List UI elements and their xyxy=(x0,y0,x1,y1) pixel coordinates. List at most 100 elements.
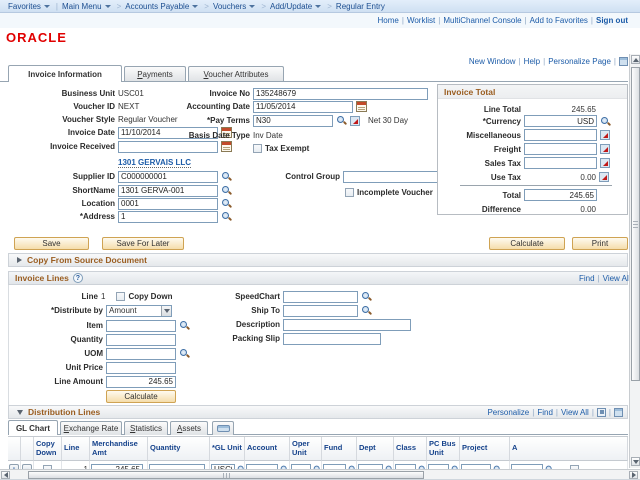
tab-assets[interactable]: Assets xyxy=(170,421,208,435)
breadcrumb-sep: > xyxy=(113,2,126,11)
ship-to-input[interactable] xyxy=(283,305,358,317)
description-label: Description xyxy=(180,320,280,329)
breadcrumb-vouchers[interactable]: Vouchers xyxy=(213,2,246,11)
unit-price-input[interactable] xyxy=(106,362,176,374)
currency-input[interactable] xyxy=(524,115,597,127)
tab-exchange-rate[interactable]: Exchange Rate xyxy=(60,421,122,435)
sales-tax-label: Sales Tax xyxy=(448,159,521,168)
scroll-right-button[interactable] xyxy=(629,471,638,479)
tab-statistics[interactable]: Statistics xyxy=(124,421,168,435)
favorites-menu[interactable]: Favorites xyxy=(8,2,41,11)
chevron-down-icon xyxy=(44,5,50,8)
breadcrumb-accounts-payable[interactable]: Accounts Payable xyxy=(125,2,189,11)
vertical-scroll-thumb[interactable] xyxy=(631,67,640,381)
speedchart-input[interactable] xyxy=(283,291,358,303)
view-all-link[interactable]: View All xyxy=(603,274,629,283)
breadcrumb-add-update[interactable]: Add/Update xyxy=(270,2,312,11)
tab-voucher-attributes[interactable]: Voucher Attributes xyxy=(188,66,284,81)
transfer-icon[interactable] xyxy=(600,158,610,168)
address-input[interactable] xyxy=(118,211,218,223)
incomplete-voucher-checkbox[interactable] xyxy=(345,188,354,197)
sign-out-link[interactable]: Sign out xyxy=(596,16,628,25)
worklist-link[interactable]: Worklist xyxy=(407,16,435,25)
multichannel-console-link[interactable]: MultiChannel Console xyxy=(443,16,521,25)
help-link[interactable]: Help xyxy=(524,57,540,66)
lookup-icon[interactable] xyxy=(221,211,232,222)
calendar-icon[interactable] xyxy=(356,101,367,112)
collapse-icon[interactable] xyxy=(17,410,23,415)
home-link[interactable]: Home xyxy=(378,16,399,25)
tab-invoice-information[interactable]: Invoice Information xyxy=(8,65,122,82)
lookup-icon[interactable] xyxy=(336,115,347,126)
add-to-favorites-link[interactable]: Add to Favorites xyxy=(530,16,588,25)
transfer-icon[interactable] xyxy=(599,172,609,182)
line-amount-input[interactable] xyxy=(106,376,176,388)
tab-gl-chart[interactable]: GL Chart xyxy=(8,420,58,435)
total-label: Total xyxy=(448,191,521,200)
help-icon[interactable]: ? xyxy=(73,273,83,283)
grid-icon[interactable] xyxy=(619,57,628,66)
packing-slip-label: Packing Slip xyxy=(180,334,280,343)
supplier-id-input[interactable] xyxy=(118,171,218,183)
miscellaneous-input[interactable] xyxy=(524,129,597,141)
quantity-input[interactable] xyxy=(106,334,176,346)
invoice-no-input[interactable] xyxy=(253,88,428,100)
popout-icon[interactable] xyxy=(597,408,606,417)
sales-tax-input[interactable] xyxy=(524,157,597,169)
horizontal-scrollbar[interactable] xyxy=(0,469,640,479)
line-calculate-button[interactable]: Calculate xyxy=(106,390,176,403)
item-input[interactable] xyxy=(106,320,176,332)
lookup-icon[interactable] xyxy=(600,116,611,127)
accounting-date-input[interactable] xyxy=(253,101,353,113)
print-button[interactable]: Print xyxy=(572,237,628,250)
expand-icon[interactable] xyxy=(17,257,22,263)
breadcrumb-sep: > xyxy=(257,2,270,11)
distribute-by-select[interactable]: Amount xyxy=(106,305,172,317)
main-menu[interactable]: Main Menu xyxy=(62,2,102,11)
tax-exempt-checkbox[interactable] xyxy=(253,144,262,153)
save-for-later-button[interactable]: Save For Later xyxy=(102,237,184,250)
new-window-link[interactable]: New Window xyxy=(469,57,516,66)
freight-input[interactable] xyxy=(524,143,597,155)
lookup-icon[interactable] xyxy=(221,185,232,196)
transfer-icon[interactable] xyxy=(600,130,610,140)
invoice-received-input[interactable] xyxy=(118,141,218,153)
personalize-page-link[interactable]: Personalize Page xyxy=(548,57,611,66)
lookup-icon[interactable] xyxy=(179,348,190,359)
dist-view-all-link[interactable]: View All xyxy=(561,408,589,417)
calculate-button[interactable]: Calculate xyxy=(489,237,565,250)
horizontal-scroll-thumb[interactable] xyxy=(28,471,424,479)
personalize-link[interactable]: Personalize xyxy=(487,408,529,417)
vertical-scrollbar[interactable] xyxy=(629,54,640,468)
breadcrumb-current: Regular Entry xyxy=(336,2,385,11)
control-group-input[interactable] xyxy=(343,171,448,183)
download-icon[interactable] xyxy=(614,408,623,417)
lookup-icon[interactable] xyxy=(221,198,232,209)
scroll-left-button[interactable] xyxy=(1,471,10,479)
supplier-name-link[interactable]: 1301 GERVAIS LLC xyxy=(118,158,191,168)
uom-input[interactable] xyxy=(106,348,176,360)
shortname-input[interactable] xyxy=(118,185,218,197)
copy-from-source-section[interactable]: Copy From Source Document xyxy=(8,253,628,267)
calendar-icon[interactable] xyxy=(221,141,232,152)
tab-payments[interactable]: Payments xyxy=(124,66,186,81)
save-button[interactable]: Save xyxy=(14,237,89,250)
total-input[interactable] xyxy=(524,189,597,201)
find-link[interactable]: Find xyxy=(579,274,595,283)
show-all-tabs-button[interactable] xyxy=(212,421,234,435)
scroll-up-button[interactable] xyxy=(631,55,640,64)
dist-find-link[interactable]: Find xyxy=(537,408,553,417)
copy-down-checkbox[interactable] xyxy=(116,292,125,301)
lookup-icon[interactable] xyxy=(361,305,372,316)
lookup-icon[interactable] xyxy=(361,291,372,302)
accounting-date-label: Accounting Date xyxy=(135,102,250,111)
scroll-down-button[interactable] xyxy=(631,457,640,466)
location-input[interactable] xyxy=(118,198,218,210)
basis-date-type-label: Basis Date Type xyxy=(135,131,250,140)
tab-label: Invoice Information xyxy=(28,70,102,79)
transfer-icon[interactable] xyxy=(350,116,360,126)
packing-slip-input[interactable] xyxy=(283,333,381,345)
transfer-icon[interactable] xyxy=(600,144,610,154)
description-input[interactable] xyxy=(283,319,411,331)
pay-terms-input[interactable] xyxy=(253,115,333,127)
